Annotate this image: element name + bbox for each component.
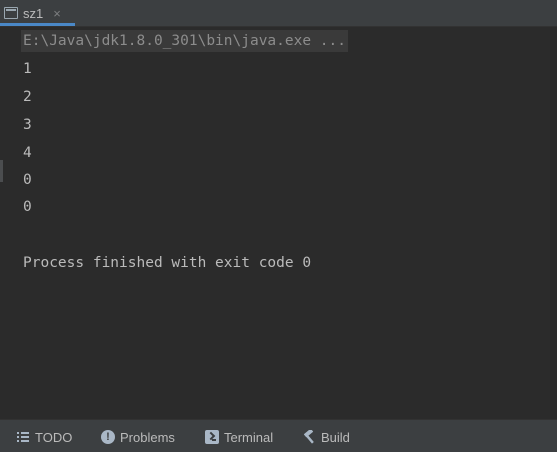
tool-window-tabbar: sz1 × (0, 0, 557, 27)
hammer-icon (302, 430, 316, 444)
terminal-icon (205, 430, 219, 444)
terminal-button[interactable]: Terminal (205, 428, 273, 446)
bottom-tool-bar: TODO ! Problems Terminal Build (0, 419, 557, 452)
output-line: 0 (23, 199, 32, 215)
terminal-label: Terminal (224, 429, 274, 445)
output-line: 4 (23, 145, 32, 161)
console-window-icon (4, 7, 18, 19)
output-line: 1 (23, 61, 32, 77)
build-label: Build (321, 429, 350, 445)
tab-label: sz1 (23, 5, 44, 21)
command-line[interactable]: E:\Java\jdk1.8.0_301\bin\java.exe ... (21, 30, 349, 52)
todo-label: TODO (35, 429, 73, 445)
problems-button[interactable]: ! Problems (101, 428, 175, 446)
exit-message: Process finished with exit code 0 (23, 255, 312, 271)
problems-label: Problems (120, 429, 175, 445)
run-console-output[interactable]: E:\Java\jdk1.8.0_301\bin\java.exe ... 1 … (8, 27, 557, 419)
close-icon[interactable]: × (53, 6, 61, 21)
gutter-marker (0, 160, 3, 182)
tab-sz1[interactable]: sz1 × (0, 0, 75, 26)
warning-icon: ! (101, 430, 115, 444)
list-icon (16, 430, 30, 444)
output-line: 2 (23, 89, 32, 105)
active-tab-indicator (0, 23, 75, 26)
console-gutter (0, 27, 8, 419)
todo-button[interactable]: TODO (16, 428, 72, 446)
output-line: 3 (23, 117, 32, 133)
build-button[interactable]: Build (302, 428, 350, 446)
output-line: 0 (23, 172, 32, 188)
